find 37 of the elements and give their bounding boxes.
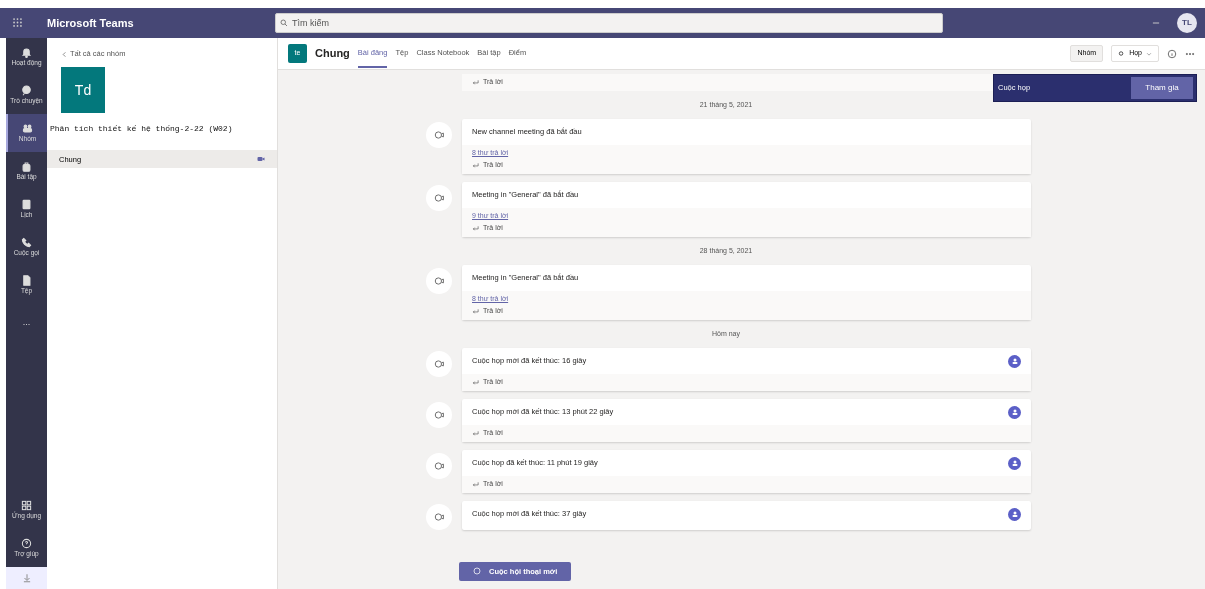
reply-arrow-icon (472, 480, 479, 488)
meeting-icon (434, 193, 444, 203)
backpack-icon (21, 160, 32, 172)
file-icon (21, 274, 32, 286)
people-icon (22, 122, 33, 134)
app-title: Microsoft Teams (47, 15, 135, 31)
reply-arrow-icon (472, 161, 479, 169)
caret-down-icon (1146, 50, 1152, 57)
reply-arrow-icon (472, 224, 479, 232)
meeting-icon (434, 276, 444, 286)
apps-icon (21, 499, 32, 511)
download-icon (21, 573, 32, 583)
reply-arrow-icon (472, 378, 479, 386)
avatar[interactable]: TL (1177, 13, 1197, 33)
meeting-icon (434, 461, 444, 471)
help-icon (21, 537, 32, 549)
calendar-icon (21, 198, 32, 210)
team-name: Phân tích thiết kế hệ thống-2-22 (W02) (50, 123, 234, 136)
chevron-left-icon (61, 50, 68, 58)
phone-icon (21, 236, 32, 248)
bell-icon (21, 46, 32, 58)
reply-arrow-icon (472, 78, 479, 86)
reply-arrow-icon (472, 429, 479, 437)
rail-item[interactable]: ... (6, 304, 47, 342)
reply-arrow-icon (472, 307, 479, 315)
search-icon (280, 19, 288, 27)
info-icon (1167, 48, 1177, 59)
search-field[interactable]: Tìm kiếm (275, 13, 943, 33)
meeting-icon (434, 130, 444, 140)
app-launcher-icon (12, 17, 23, 29)
meeting-icon (434, 410, 444, 420)
chat-icon (21, 84, 32, 96)
join-button[interactable]: Tham gia (1131, 77, 1193, 99)
channel-title: Chung (315, 46, 350, 62)
team-avatar: Td (61, 67, 105, 114)
meeting-icon (434, 359, 444, 369)
meeting-icon (434, 512, 444, 522)
